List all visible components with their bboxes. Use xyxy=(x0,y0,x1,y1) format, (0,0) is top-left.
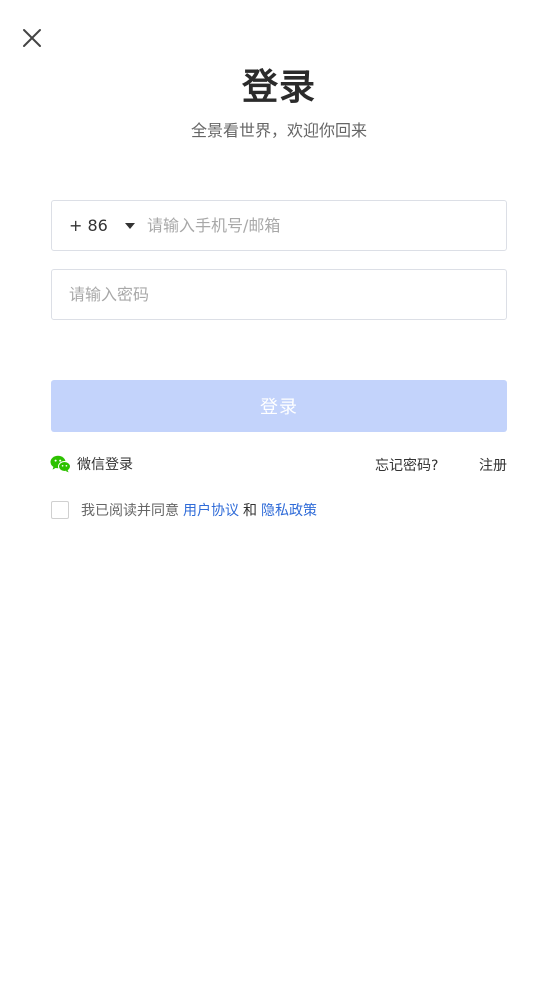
register-link[interactable]: 注册 xyxy=(479,455,507,475)
agreement-joiner: 和 xyxy=(243,503,257,519)
agreement-row: 我已阅读并同意 用户协议 和 隐私政策 xyxy=(51,500,317,520)
agreement-prefix: 我已阅读并同意 xyxy=(81,503,179,519)
agreement-checkbox[interactable] xyxy=(51,501,69,519)
phone-input[interactable] xyxy=(147,200,506,251)
caret-down-icon xyxy=(124,222,135,229)
user-agreement-link[interactable]: 用户协议 xyxy=(183,500,239,520)
page-subtitle: 全景看世界，欢迎你回来 xyxy=(190,121,367,140)
forgot-password-link[interactable]: 忘记密码? xyxy=(375,455,438,475)
wechat-login-link[interactable]: 微信登录 xyxy=(50,454,133,474)
password-field xyxy=(51,269,507,320)
login-button[interactable]: 登录 xyxy=(51,380,507,432)
privacy-policy-link[interactable]: 隐私政策 xyxy=(261,500,317,520)
country-code-selector[interactable]: + 86 xyxy=(52,216,147,235)
password-input[interactable] xyxy=(52,269,506,320)
wechat-login-label: 微信登录 xyxy=(77,457,133,473)
phone-field: + 86 xyxy=(51,200,507,251)
country-code: + 86 xyxy=(69,216,108,235)
wechat-icon xyxy=(50,455,71,473)
close-icon xyxy=(23,29,41,47)
close-button[interactable] xyxy=(18,24,46,52)
page-title: 登录 xyxy=(241,67,316,108)
